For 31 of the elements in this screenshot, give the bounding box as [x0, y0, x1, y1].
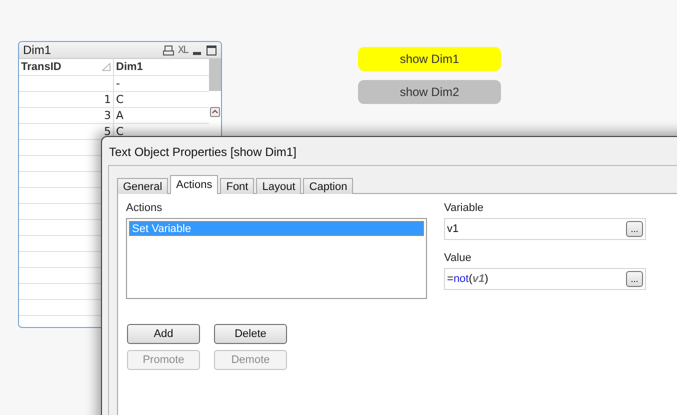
tab[interactable]: Font	[220, 178, 254, 194]
text-object-button[interactable]: show Dim2	[358, 80, 501, 104]
tab[interactable]: Caption	[303, 178, 354, 194]
tab[interactable]: General	[117, 178, 168, 194]
table-cell-text: A	[115, 108, 125, 123]
field-label: Variable	[444, 202, 485, 216]
xl-export-button[interactable]: XL	[178, 44, 188, 56]
variable-field[interactable]: v1 ...	[444, 218, 646, 240]
maximize-icon[interactable]	[206, 44, 217, 56]
printer-icon[interactable]	[162, 44, 174, 56]
table-cell-text: C	[115, 124, 125, 139]
browse-button[interactable]: ...	[626, 221, 643, 237]
table-cell: 3	[19, 108, 114, 123]
dialog-title: Text Object Properties [show Dim1]	[108, 144, 298, 161]
table-cell-text: -	[115, 76, 121, 91]
action-button[interactable]: Add	[127, 324, 200, 344]
tab[interactable]: Layout	[256, 178, 302, 194]
action-button[interactable]: Delete	[214, 324, 287, 344]
field-label: Actions	[126, 202, 164, 216]
table-title: Dim1	[23, 43, 52, 57]
scrollbar-thumb[interactable]	[209, 59, 221, 91]
text-object-button[interactable]: show Dim1	[358, 47, 501, 71]
tab[interactable]: Actions	[170, 175, 218, 194]
scroll-up-icon[interactable]	[210, 107, 220, 117]
table-cell: 1	[19, 92, 114, 107]
value-field[interactable]: =not(v1) ...	[444, 268, 646, 290]
browse-button[interactable]: ...	[626, 271, 643, 287]
table-cell-text: C	[115, 92, 125, 107]
field-label: Value	[444, 252, 472, 266]
column-header[interactable]: TransID	[19, 59, 114, 75]
column-header[interactable]: Dim1	[114, 59, 209, 75]
